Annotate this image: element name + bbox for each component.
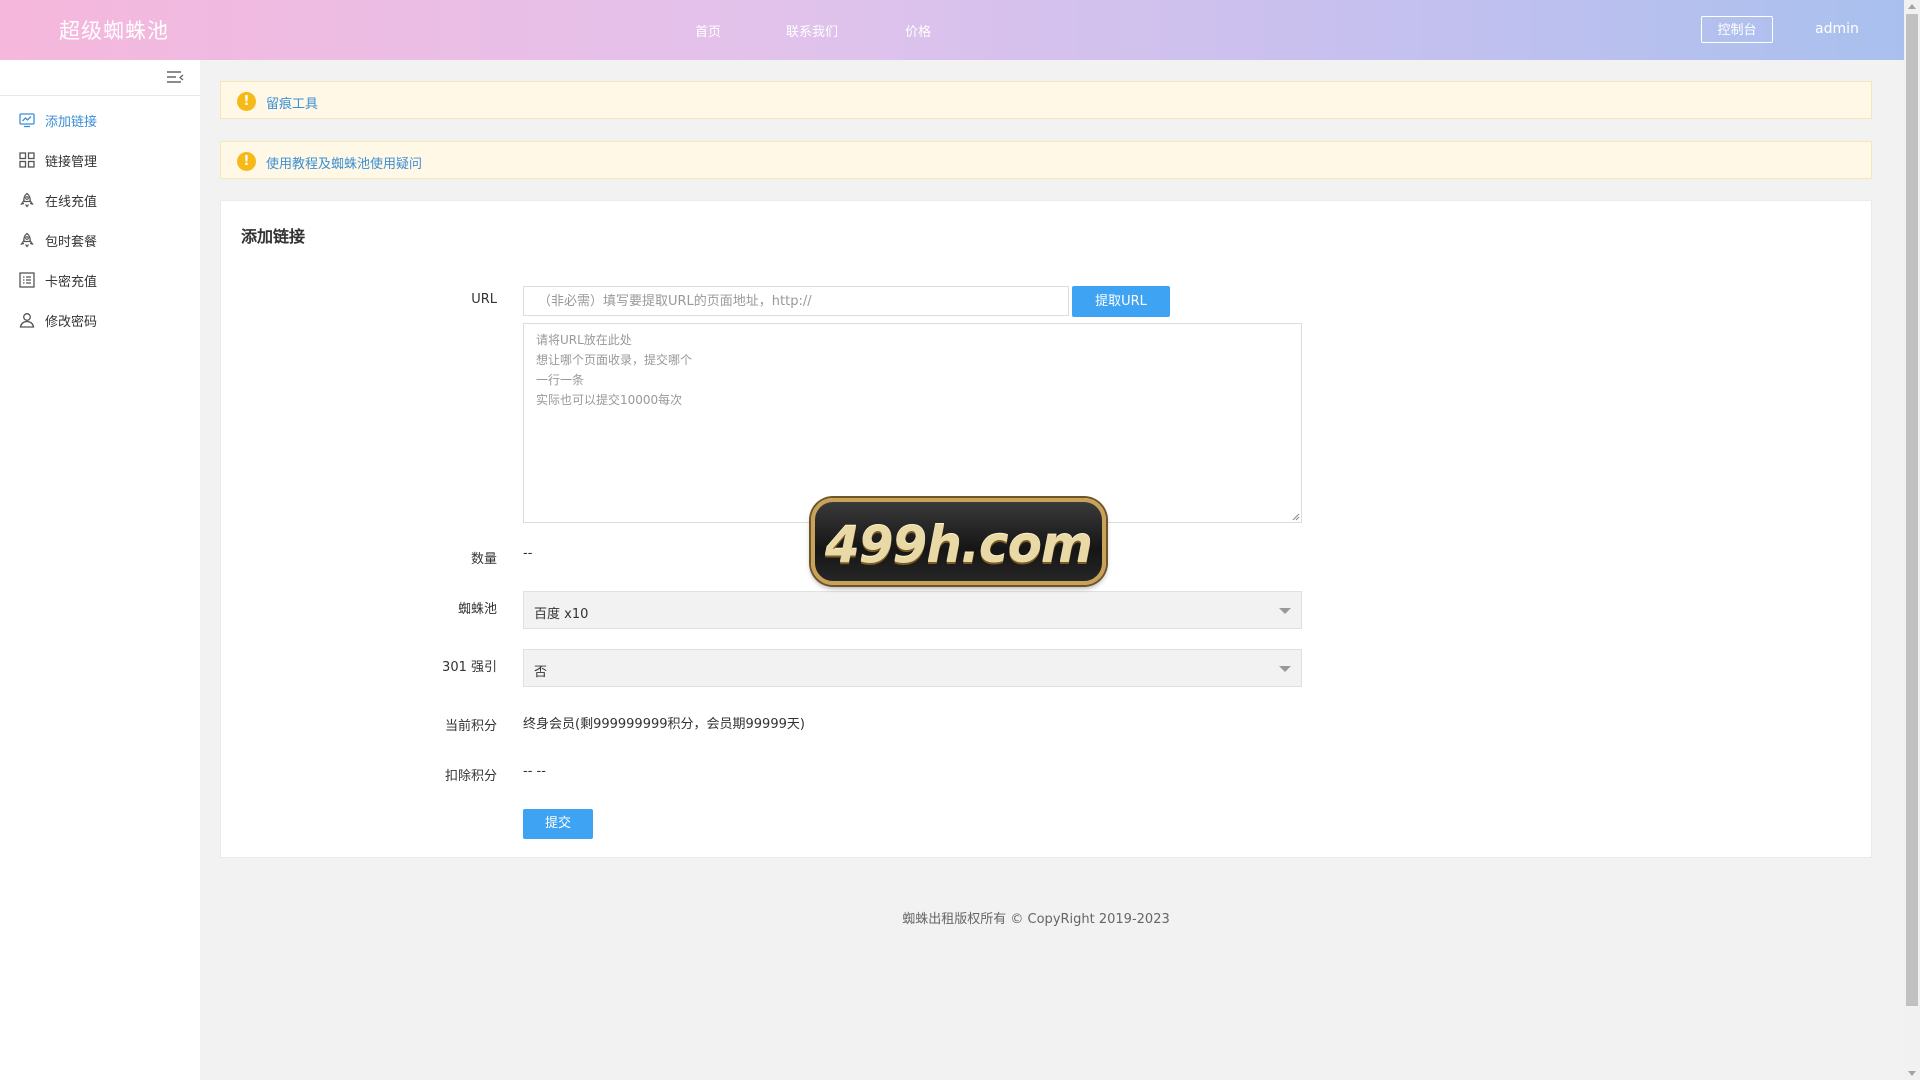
warning-icon: ! [237, 92, 256, 111]
select-value: 百度 x10 [534, 607, 589, 622]
deduct-value: -- -- [523, 764, 546, 779]
rocket-icon [20, 192, 34, 208]
chart-monitor-icon [19, 113, 35, 128]
console-button[interactable]: 控制台 [1701, 16, 1773, 43]
sidebar-item-add-link[interactable]: 添加链接 [0, 100, 200, 140]
sidebar-item-time-package[interactable]: 包时套餐 [0, 220, 200, 260]
alert-tutorial: ! 使用教程及蜘蛛池使用疑问 [220, 141, 1872, 179]
sidebar-divider [0, 95, 200, 96]
chevron-down-icon [1279, 666, 1291, 672]
resize-grip-icon[interactable] [1292, 513, 1300, 521]
watermark-badge: 499h.com [811, 498, 1106, 585]
watermark-text: 499h.com [824, 516, 1093, 574]
nav-home[interactable]: 首页 [695, 21, 786, 40]
sidebar: 添加链接 链接管理 在线充值 包时套餐 卡密充值 修改密码 [0, 60, 200, 1080]
rocket-icon [20, 232, 34, 248]
redirect-select[interactable]: 否 [523, 649, 1302, 687]
url-list-textarea[interactable] [523, 323, 1302, 523]
count-value: -- [523, 546, 533, 561]
url-label: URL [471, 292, 497, 307]
count-label: 数量 [470, 552, 497, 567]
sidebar-item-change-password[interactable]: 修改密码 [0, 300, 200, 340]
points-value: 终身会员(剩999999999积分，会员期99999天) [523, 717, 805, 732]
select-value: 否 [534, 665, 548, 680]
top-nav: 首页 联系我们 价格 [695, 21, 965, 40]
user-icon [19, 313, 35, 328]
chevron-down-icon [1279, 608, 1291, 614]
footer-copyright: 蜘蛛出租版权所有 © CopyRight 2019-2023 [902, 912, 1170, 927]
scroll-up-arrow[interactable] [1908, 4, 1916, 9]
sidebar-item-recharge[interactable]: 在线充值 [0, 180, 200, 220]
user-menu[interactable]: admin [1815, 21, 1859, 37]
sidebar-item-label: 链接管理 [45, 155, 98, 170]
alert-trace-tool: ! 留痕工具 [220, 81, 1872, 119]
card-title: 添加链接 [241, 227, 306, 246]
scroll-thumb[interactable] [1906, 14, 1918, 1006]
scroll-down-arrow[interactable] [1908, 1071, 1916, 1076]
spider-pool-select[interactable]: 百度 x10 [523, 591, 1302, 629]
warning-icon: ! [237, 152, 256, 171]
sidebar-item-label: 在线充值 [45, 195, 98, 210]
nav-contact[interactable]: 联系我们 [786, 21, 905, 40]
sidebar-item-label: 添加链接 [45, 115, 98, 130]
sidebar-item-label: 卡密充值 [45, 275, 98, 290]
submit-button[interactable]: 提交 [523, 809, 593, 839]
sidebar-item-card-recharge[interactable]: 卡密充值 [0, 260, 200, 300]
nav-pricing[interactable]: 价格 [905, 21, 965, 40]
alert-link[interactable]: 使用教程及蜘蛛池使用疑问 [266, 153, 422, 172]
spider-pool-label: 蜘蛛池 [457, 602, 497, 617]
brand-logo[interactable]: 超级蜘蛛池 [59, 15, 169, 45]
fetch-url-button[interactable]: 提取URL [1072, 286, 1170, 317]
points-label: 当前积分 [444, 719, 497, 734]
url-input[interactable] [523, 286, 1069, 316]
sidebar-item-link-manage[interactable]: 链接管理 [0, 140, 200, 180]
sidebar-item-label: 包时套餐 [45, 235, 98, 250]
top-header: 超级蜘蛛池 首页 联系我们 价格 控制台 admin [0, 0, 1904, 60]
alert-link[interactable]: 留痕工具 [266, 93, 318, 112]
sidebar-toggle-icon[interactable] [166, 70, 184, 86]
deduct-label: 扣除积分 [444, 769, 497, 784]
grid-icon [19, 152, 35, 168]
redirect-label: 301 强引 [442, 660, 497, 675]
sidebar-item-label: 修改密码 [45, 315, 98, 330]
list-icon [19, 272, 35, 288]
